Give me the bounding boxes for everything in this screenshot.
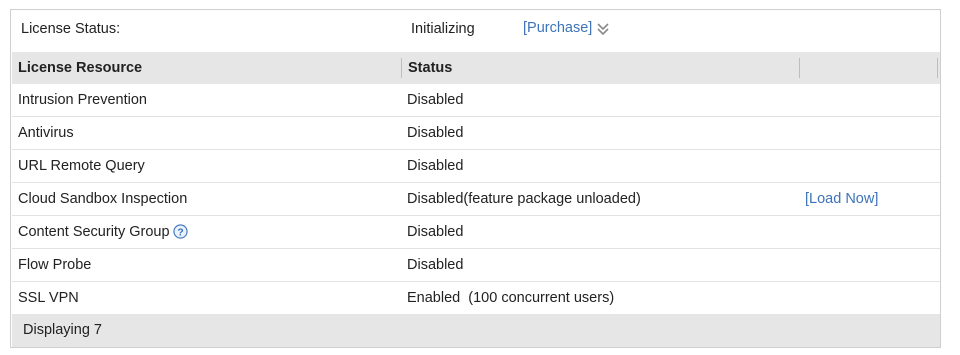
column-header-resource[interactable]: License Resource [18, 52, 142, 84]
cell-resource-label: Content Security Group [18, 224, 170, 240]
cell-status: Disabled [407, 158, 464, 174]
cell-status: Disabled [407, 125, 464, 141]
table-row: Content Security Group ? Disabled [12, 216, 940, 249]
column-separator[interactable] [937, 58, 938, 78]
column-separator[interactable] [401, 58, 402, 78]
license-panel: License Status: Initializing [Purchase] … [10, 9, 941, 348]
display-count: Displaying 7 [23, 322, 102, 338]
table-row: URL Remote Query Disabled [12, 150, 940, 183]
cell-status: Enabled (100 concurrent users) [407, 290, 615, 306]
license-status-label: License Status: [21, 21, 121, 37]
cell-status: Disabled [407, 92, 464, 108]
load-now-link[interactable]: [Load Now] [805, 183, 878, 215]
purchase-link[interactable]: [Purchase] [523, 20, 592, 36]
cell-resource: Antivirus [18, 125, 74, 141]
cell-resource: Cloud Sandbox Inspection [18, 191, 188, 207]
double-chevron-down-icon[interactable] [596, 22, 610, 36]
cell-resource: URL Remote Query [18, 158, 145, 174]
license-status-bar: License Status: Initializing [Purchase] [11, 10, 940, 51]
column-header-status[interactable]: Status [408, 52, 452, 84]
table-row: Flow Probe Disabled [12, 249, 940, 282]
cell-resource: Content Security Group ? [18, 216, 188, 248]
license-status-value: Initializing [411, 21, 475, 37]
cell-resource: Intrusion Prevention [18, 92, 147, 108]
cell-status: Disabled(feature package unloaded) [407, 191, 641, 207]
column-separator[interactable] [799, 58, 800, 78]
cell-status: Disabled [407, 257, 464, 273]
table-row: Intrusion Prevention Disabled [12, 84, 940, 117]
cell-resource: Flow Probe [18, 257, 92, 273]
table-header: License Resource Status [12, 52, 940, 84]
cell-resource: SSL VPN [18, 290, 79, 306]
help-icon[interactable]: ? [172, 224, 188, 239]
table-row: Cloud Sandbox Inspection Disabled(featur… [12, 183, 940, 216]
license-table: License Resource Status Intrusion Preven… [12, 52, 940, 314]
table-row: SSL VPN Enabled (100 concurrent users) [12, 282, 940, 314]
svg-text:?: ? [177, 227, 183, 238]
table-row: Antivirus Disabled [12, 117, 940, 150]
cell-status: Disabled [407, 224, 464, 240]
table-footer: Displaying 7 [12, 314, 940, 347]
